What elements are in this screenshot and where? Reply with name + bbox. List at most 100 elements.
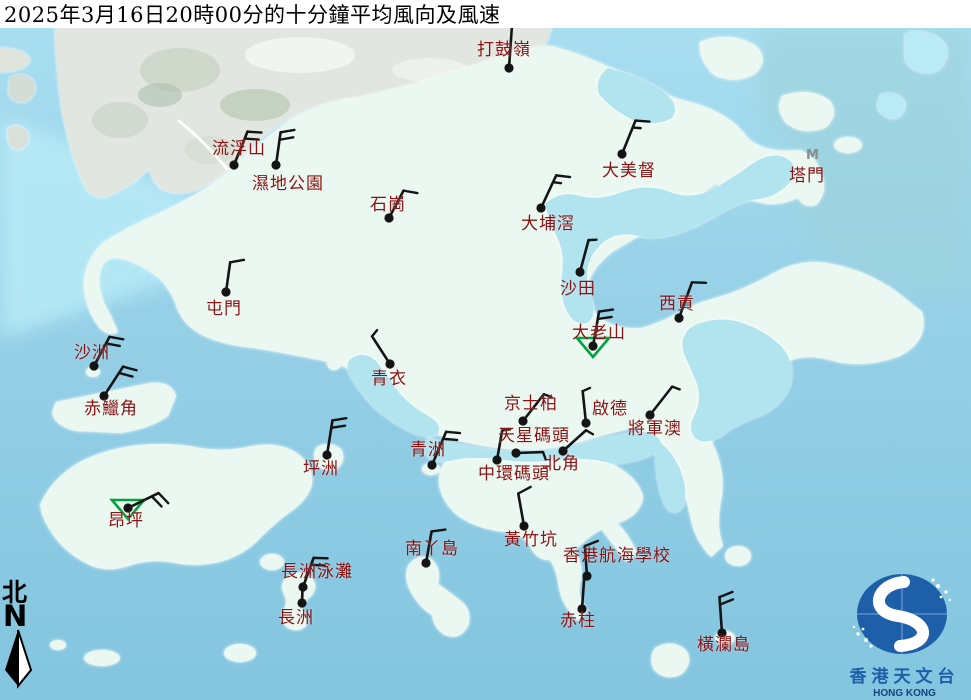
station-label-tai-po-kau: 大埔滘 [521,216,575,234]
station-dot-icon [518,416,527,425]
wind-barb-staff-icon [104,367,123,396]
wind-barb-tick-icon [672,387,680,390]
station-peng-chau [322,418,346,459]
station-label-lamma-island: 南丫島 [405,541,459,559]
station-dot-icon [674,313,683,322]
station-label-stanley: 赤柱 [560,613,596,631]
station-waglan-island [717,592,733,638]
station-label-tates-cairn: 大老山 [572,325,626,343]
station-label-cheung-chau: 長洲 [278,610,314,628]
station-dot-icon [536,203,545,212]
station-label-chek-lap-kok: 赤鱲角 [84,401,138,419]
wind-barb-tick-icon [586,430,593,434]
station-label-hk-sea-school: 香港航海學校 [563,548,671,566]
station-label-central-pier: 中環碼頭 [478,466,550,484]
stations-layer [0,0,971,700]
station-label-north-point: 北角 [544,456,580,474]
station-label-tsing-yi: 青衣 [371,371,407,389]
wind-barb-staff-icon [650,387,672,415]
wind-barb-tick-icon [598,317,612,319]
wind-barb-tick-icon [635,121,649,122]
station-tsing-yi [372,330,395,368]
station-kai-tak [581,388,590,428]
north-arrow-icon [2,628,38,690]
hko-name-en: HONG KONG OBSERVATORY [838,688,971,700]
station-label-waglan-island: 橫瀾島 [697,637,751,655]
hko-logo-icon [838,572,971,656]
station-label-tap-mun: 塔門 [789,168,825,186]
wind-barb-tick-icon [230,260,244,262]
station-label-tai-mei-tuk: 大美督 [602,163,656,181]
station-label-tseung-kwan-o: 將軍澳 [628,421,682,439]
wind-barb-staff-icon [582,576,584,609]
station-dot-icon [229,160,238,169]
station-dot-icon [581,418,590,427]
wind-barb-tick-icon [583,388,590,391]
station-dot-icon [617,149,626,158]
station-label-sha-tin: 沙田 [560,281,596,299]
wind-barb-tick-icon [633,128,641,129]
hko-name-cjk: 香港天文台 [838,662,971,687]
station-label-sai-kung: 西貢 [659,296,695,314]
compass: 北 N [2,580,42,694]
wind-barb-staff-icon [622,121,635,154]
wind-barb-tick-icon [446,432,460,433]
wind-barb-tick-icon [247,132,261,133]
station-tai-po-kau [536,175,570,212]
wind-barb-tick-icon [372,330,377,336]
wind-map: 打鼓嶺流浮山濕地公園石崗大美督M塔門大埔滘沙田西貢大老山屯門沙洲赤鱲角青衣京士柏… [0,0,971,700]
station-chek-lap-kok [99,367,136,401]
wind-barb-staff-icon [580,240,589,272]
wind-barb-tick-icon [553,182,561,183]
wind-barb-tick-icon [331,426,345,428]
station-label-tuen-mun: 屯門 [206,301,242,319]
wind-barb-staff-icon [372,336,390,364]
station-label-shek-kong: 石崗 [370,197,406,215]
station-label-green-island: 青洲 [410,442,446,460]
map-title: 2025年3月16日20時00分的十分鐘平均風向及風速 [0,0,500,29]
station-label-kings-park: 京士柏 [504,396,558,414]
title-bar: 2025年3月16日20時00分的十分鐘平均風向及風速 [0,0,971,28]
wind-barb-tick-icon [719,592,732,597]
missing-data-marker: M [806,148,819,163]
station-dot-icon [221,287,230,296]
compass-north-en: N [3,605,42,628]
station-label-cheung-chau-beach: 長洲泳灘 [281,564,353,582]
wind-barb-staff-icon [276,132,281,165]
station-dot-icon [385,359,394,368]
wind-barb-tick-icon [518,487,530,494]
wind-barb-tick-icon [599,310,613,312]
station-label-wong-chuk-hang: 黃竹坑 [504,532,558,550]
station-tuen-mun [221,260,244,297]
wind-barb-tick-icon [404,191,418,193]
station-label-star-ferry: 天星碼頭 [498,428,570,446]
wind-barb-tick-icon [123,367,137,371]
station-dot-icon [421,558,430,567]
station-stanley [577,576,586,614]
wind-barb-tick-icon [119,373,133,377]
wind-barb-staff-icon [518,494,524,526]
station-label-lau-fau-shan: 流浮山 [212,141,266,159]
wind-barb-tick-icon [720,599,733,604]
station-label-ngong-ping: 昂坪 [108,513,144,531]
station-dot-icon [511,448,520,457]
station-tai-mei-tuk [617,121,649,159]
wind-barb-tick-icon [109,337,123,339]
wind-barb-tick-icon [556,175,570,177]
wind-barb-tick-icon [281,130,295,132]
wind-barb-tick-icon [432,530,446,532]
wind-barb-staff-icon [327,420,332,455]
station-star-ferry [511,448,545,459]
station-wong-chuk-hang [518,487,530,531]
wind-barb-tick-icon [280,137,294,139]
station-dot-icon [504,63,513,72]
station-sha-tin [575,240,596,277]
station-label-sha-chau: 沙洲 [74,345,110,363]
station-label-wetland-park: 濕地公園 [252,176,324,194]
wind-barb-staff-icon [583,391,586,423]
station-dot-icon [575,267,584,276]
station-dot-icon [297,598,306,607]
station-label-kai-tak: 啟德 [592,401,628,419]
station-dot-icon [427,460,436,469]
station-label-peng-chau: 坪洲 [303,461,339,479]
